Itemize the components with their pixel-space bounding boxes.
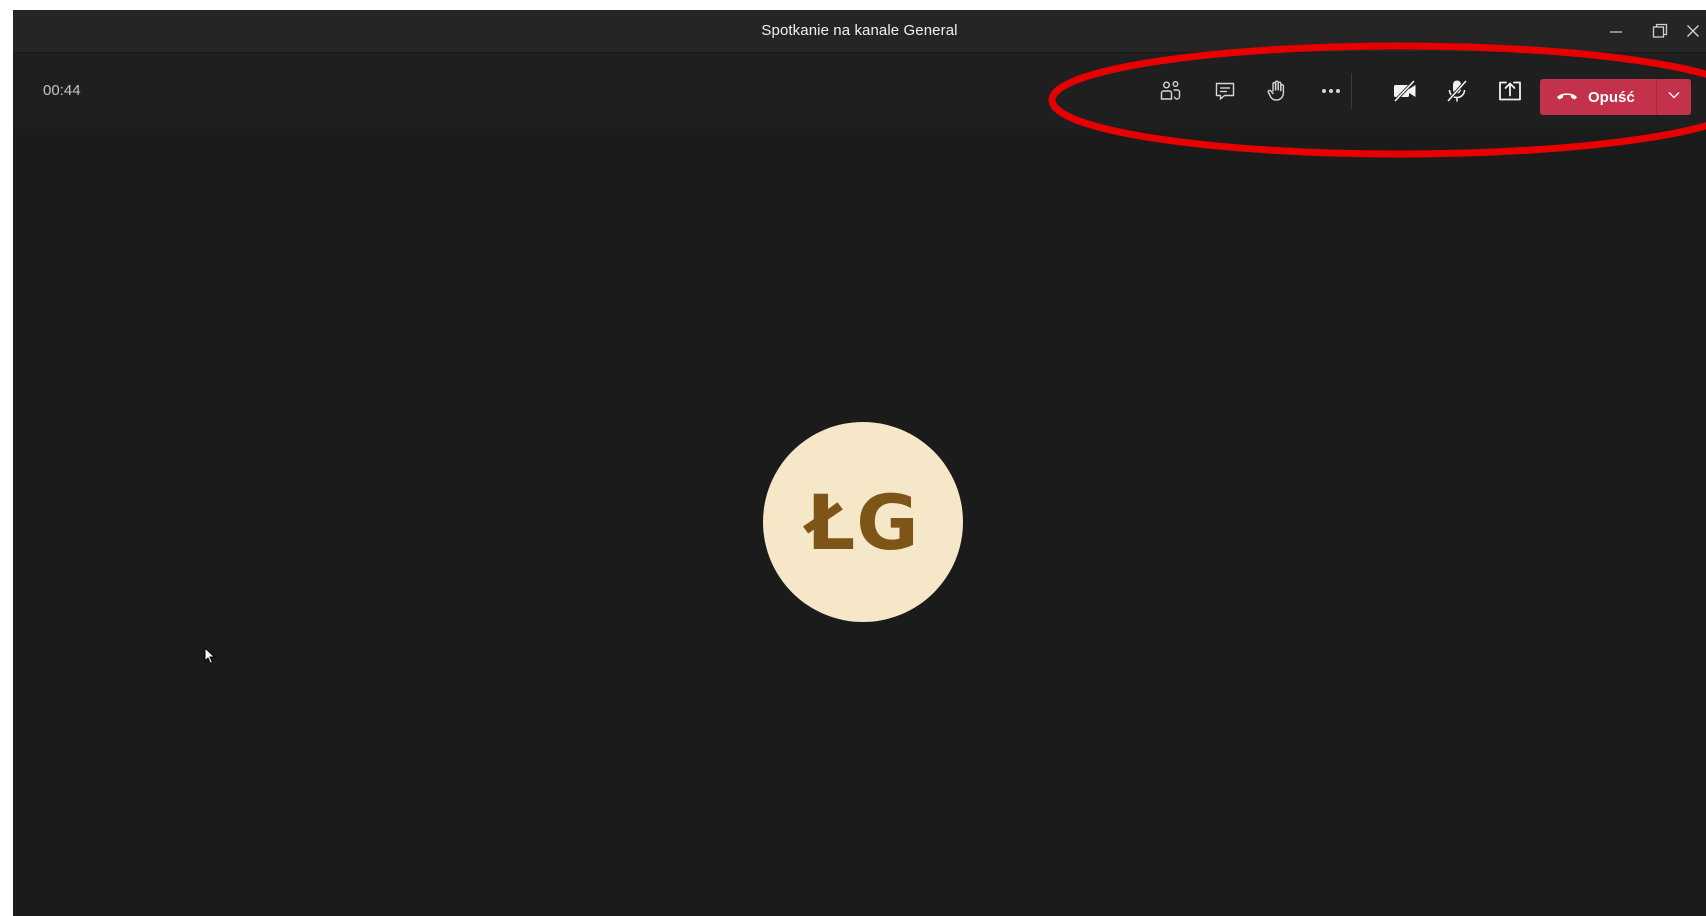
call-timer: 00:44 [43,82,81,99]
chevron-down-icon [1667,88,1681,107]
raise-hand-button[interactable] [1257,73,1297,113]
more-actions-button[interactable] [1311,73,1351,113]
avatar-initials: ŁG [806,477,920,567]
hang-up-icon [1556,88,1578,106]
mic-off-icon [1444,78,1470,109]
camera-toggle-button[interactable] [1385,73,1425,113]
mic-toggle-button[interactable] [1437,73,1477,113]
share-screen-button[interactable] [1490,73,1530,113]
participants-button[interactable] [1151,73,1191,113]
leave-button[interactable]: Opuść [1540,79,1656,115]
close-button[interactable] [1671,10,1706,52]
minimize-icon [1609,24,1623,38]
window-title: Spotkanie na kanale General [761,22,958,39]
leave-button-group: Opuść [1540,79,1691,115]
toolbar-divider [1351,73,1352,109]
leave-options-button[interactable] [1657,79,1691,115]
call-toolbar: 00:44 Opuść [13,53,1706,129]
chat-button[interactable] [1205,73,1245,113]
participant-avatar: ŁG [763,422,963,622]
close-icon [1686,24,1700,38]
share-tray-icon [1497,78,1523,109]
restore-icon [1652,23,1668,39]
minimize-button[interactable] [1594,10,1638,52]
mouse-cursor-icon [204,646,216,670]
meeting-window: Spotkanie na kanale General 00:44 Opuść … [13,10,1706,916]
hand-icon [1265,79,1289,108]
leave-button-label: Opuść [1588,88,1635,106]
more-icon [1319,79,1343,108]
people-icon [1159,79,1183,108]
camera-off-icon [1392,78,1418,109]
title-bar: Spotkanie na kanale General [13,10,1706,53]
chat-icon [1213,79,1237,108]
